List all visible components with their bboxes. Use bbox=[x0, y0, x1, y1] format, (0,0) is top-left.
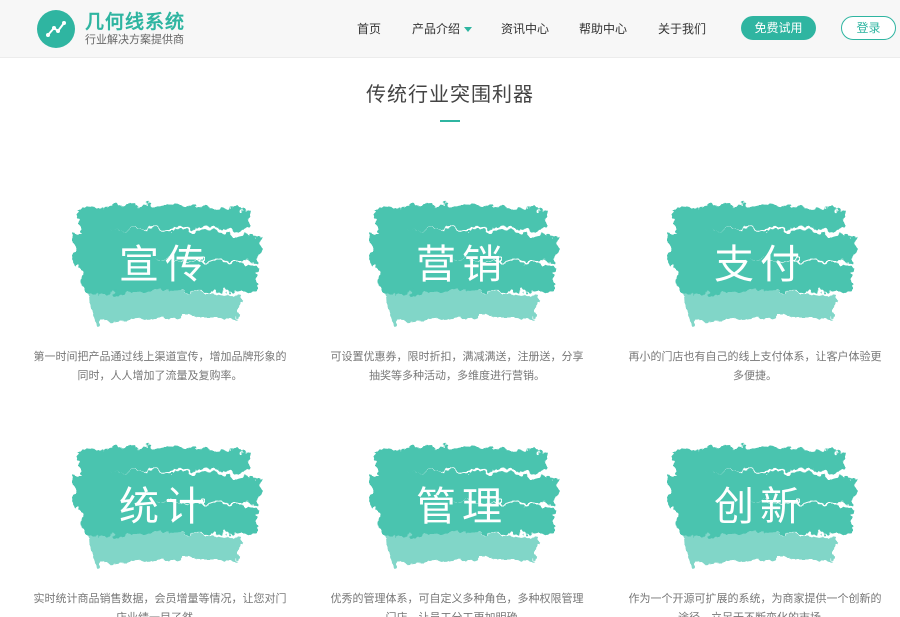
section-title: 传统行业突围利器 bbox=[366, 82, 534, 106]
feature-description: 实时统计商品销售数据，会员增量等情况，让您对门店业绩一目了然。 bbox=[33, 592, 287, 617]
nav-item-products[interactable]: 产品介绍 bbox=[412, 18, 473, 40]
nav-item-home[interactable]: 首页 bbox=[357, 18, 381, 40]
login-button[interactable]: 登录 bbox=[841, 16, 896, 40]
feature-label: 创新 bbox=[714, 484, 806, 530]
feature-description: 可设置优惠券，限时折扣，满减满送，注册送，分享抽奖等多种活动，多维度进行营销。 bbox=[330, 350, 584, 382]
brand-subtitle: 行业解决方案提供商 bbox=[85, 33, 184, 46]
title-underline bbox=[440, 120, 460, 122]
feature-description: 作为一个开源可扩展的系统，为商家提供一个创新的途径，立足于不断变化的市场。 bbox=[628, 592, 882, 617]
free-trial-button[interactable]: 免费试用 bbox=[741, 16, 816, 40]
feature-label: 营销 bbox=[416, 242, 508, 288]
feature-description: 第一时间把产品通过线上渠道宣传，增加品牌形象的同时，人人增加了流量及复购率。 bbox=[33, 350, 287, 382]
nav-item-about[interactable]: 关于我们 bbox=[658, 18, 706, 40]
brand-logo[interactable]: 几何线系统 行业解决方案提供商 bbox=[37, 10, 185, 48]
feature-description: 再小的门店也有自己的线上支付体系，让客户体验更多便捷。 bbox=[628, 350, 882, 382]
site-header: 几何线系统 行业解决方案提供商 首页 产品介绍 资讯中心 帮助中心 关于我们 免… bbox=[0, 0, 900, 58]
feature-label: 宣传 bbox=[119, 242, 211, 288]
caret-down-icon bbox=[464, 27, 473, 32]
trend-line-icon bbox=[37, 10, 75, 48]
nav-item-help[interactable]: 帮助中心 bbox=[579, 18, 627, 40]
nav-item-products-label: 产品介绍 bbox=[412, 22, 461, 36]
feature-label: 管理 bbox=[416, 484, 508, 530]
nav-item-news[interactable]: 资讯中心 bbox=[501, 18, 549, 40]
brand-title: 几何线系统 bbox=[85, 11, 186, 33]
feature-label: 支付 bbox=[714, 242, 806, 288]
feature-label: 统计 bbox=[119, 484, 211, 530]
feature-description: 优秀的管理体系，可自定义多种角色，多种权限管理门店，让员工分工更加明确。 bbox=[330, 592, 584, 617]
